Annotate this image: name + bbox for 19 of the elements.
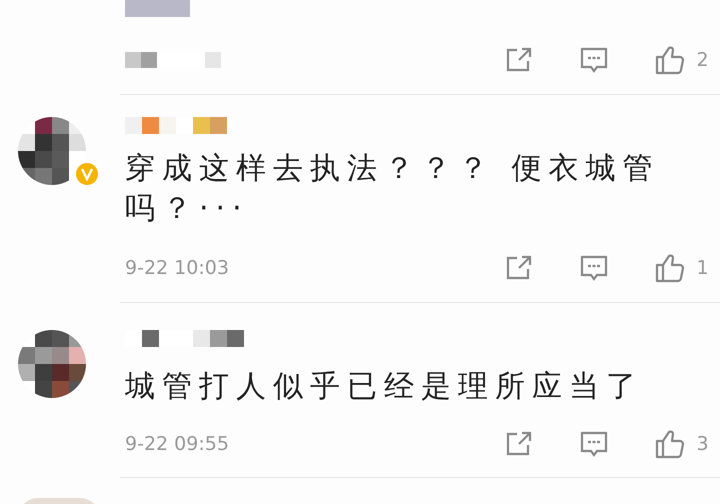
thumbs-up-icon[interactable] — [655, 253, 685, 283]
comment-text: 城管打人似乎已经是理所应当了 — [125, 368, 644, 406]
share-icon[interactable] — [505, 47, 533, 73]
share-icon[interactable] — [505, 431, 533, 457]
like-count: 3 — [695, 432, 710, 457]
comment-text: 穿成这样去执法？？？ 便衣城管吗？··· — [125, 150, 661, 228]
thumbs-up-icon[interactable] — [655, 429, 685, 459]
comment-icon[interactable] — [580, 254, 608, 282]
share-icon[interactable] — [505, 255, 533, 281]
comment-icon[interactable] — [580, 430, 608, 458]
comment-time: 9-22 10:03 — [125, 256, 229, 281]
like-count: 1 — [695, 256, 710, 281]
comment-icon[interactable] — [580, 46, 608, 74]
avatar-mosaic — [18, 117, 86, 185]
comment-time: 9-22 09:55 — [125, 432, 229, 457]
image-placeholder — [125, 0, 190, 17]
like-count: 2 — [695, 48, 710, 73]
avatar-mosaic — [18, 330, 86, 398]
thumbs-up-icon[interactable] — [655, 45, 685, 75]
